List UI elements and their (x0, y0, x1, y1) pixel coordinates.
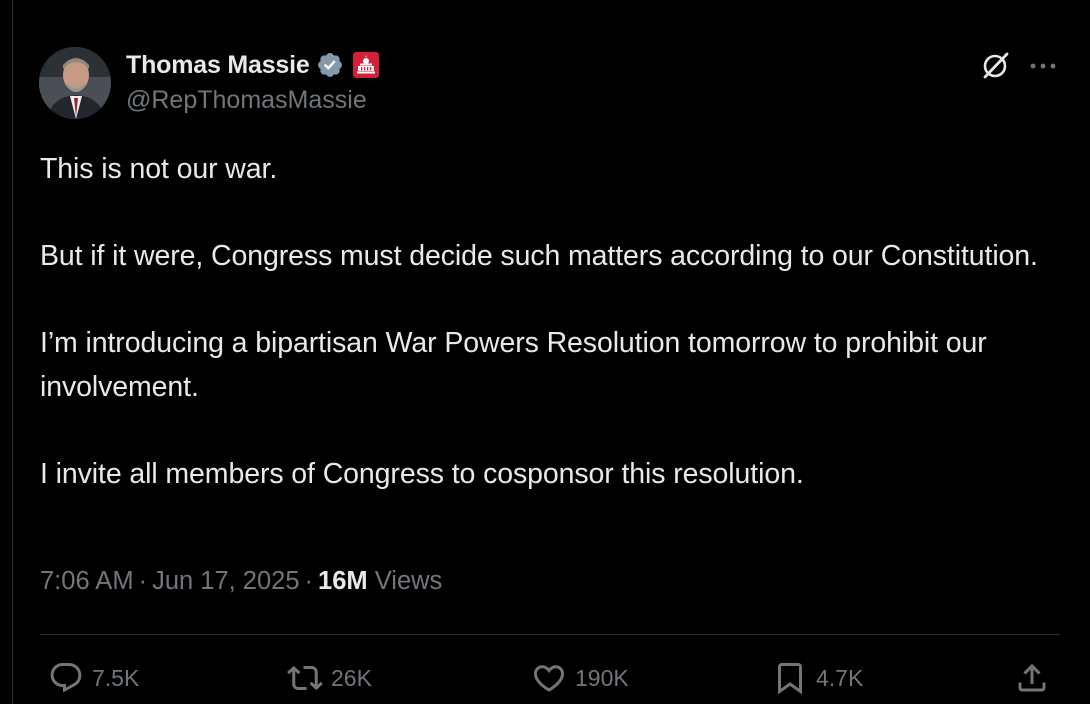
bookmark-count: 4.7K (816, 664, 864, 691)
share-icon (1018, 663, 1046, 692)
avatar-photo (39, 47, 111, 119)
views-count[interactable]: 16M (318, 567, 368, 595)
like-icon (533, 665, 565, 692)
meta-separator: · (138, 567, 148, 595)
views-label: Views (374, 567, 443, 595)
repost-count: 26K (331, 664, 372, 691)
like-count: 190K (575, 664, 629, 691)
column-border (12, 0, 13, 704)
tweet-meta: 7:06 AM · Jun 17, 2025 · 16M Views (40, 567, 442, 596)
avatar[interactable] (39, 47, 111, 119)
tweet-date[interactable]: Jun 17, 2025 (152, 567, 299, 595)
capitol-badge-icon[interactable] (352, 51, 380, 79)
reply-count: 7.5K (92, 664, 140, 691)
reply-button[interactable]: 7.5K (48, 660, 139, 696)
display-name[interactable]: Thomas Massie (126, 51, 310, 80)
tweet-time[interactable]: 7:06 AM (40, 567, 134, 595)
repost-button[interactable]: 26K (287, 660, 372, 696)
meta-separator: · (304, 567, 314, 595)
share-button[interactable] (1014, 660, 1050, 696)
bookmark-icon (778, 663, 802, 695)
bookmark-button[interactable]: 4.7K (772, 660, 863, 696)
more-icon[interactable] (1027, 58, 1059, 74)
tweet-paragraph: I’m introducing a bipartisan War Powers … (40, 327, 987, 403)
tweet-paragraph: But if it were, Congress must decide suc… (40, 240, 1038, 272)
grok-icon[interactable] (980, 49, 1012, 81)
tweet-paragraph: This is not our war. (40, 153, 278, 185)
reply-icon (50, 663, 82, 693)
user-handle[interactable]: @RepThomasMassie (126, 86, 367, 115)
divider (40, 634, 1060, 635)
repost-icon (287, 665, 323, 691)
tweet-text: This is not our war. But if it were, Con… (40, 148, 1070, 496)
tweet-paragraph: I invite all members of Congress to cosp… (40, 457, 804, 490)
verified-badge-icon[interactable] (316, 51, 344, 79)
like-button[interactable]: 190K (531, 660, 629, 696)
